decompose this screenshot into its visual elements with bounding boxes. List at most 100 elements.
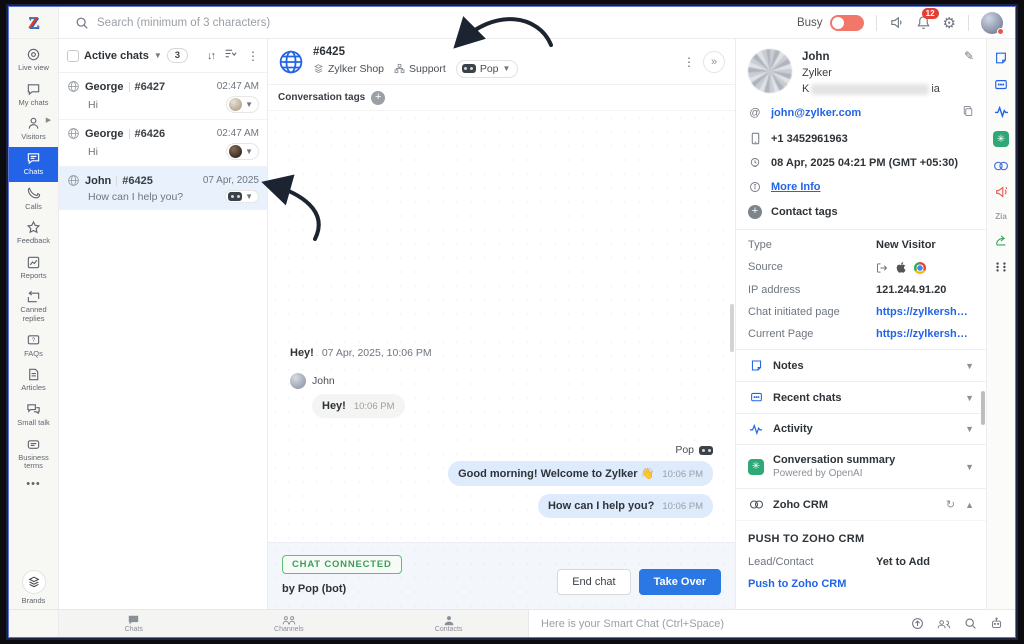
- section-recent-chats[interactable]: Recent chats ▼: [736, 381, 986, 413]
- campaigns-icon[interactable]: [994, 185, 1009, 199]
- busy-toggle[interactable]: [830, 15, 864, 31]
- chat-list-item[interactable]: George #6426 02:47 AM Hi ▼: [59, 120, 267, 167]
- agent-avatar: [229, 145, 242, 158]
- faqs-icon: ?: [26, 333, 41, 348]
- chat-list-item-selected[interactable]: John #6425 07 Apr, 2025 How can I help y…: [59, 167, 267, 210]
- search-input[interactable]: [97, 17, 397, 29]
- business-terms-icon: [26, 437, 41, 452]
- sidebar-item-calls[interactable]: Calls: [9, 182, 58, 217]
- my-chats-icon: [26, 82, 41, 97]
- current-page-link[interactable]: https://zylkershops.z...: [876, 328, 974, 340]
- crm-header: PUSH TO ZOHO CRM: [748, 525, 974, 554]
- scrollbar-thumb[interactable]: [730, 304, 734, 352]
- section-activity[interactable]: Activity ▼: [736, 413, 986, 444]
- recent-chats-icon[interactable]: [994, 78, 1008, 92]
- sound-icon[interactable]: [889, 15, 904, 30]
- sidebar-item-faqs[interactable]: ? FAQs: [9, 329, 58, 364]
- info-icon: [748, 181, 762, 193]
- sidebar-item-feedback[interactable]: Feedback: [9, 216, 58, 251]
- contacts-tab-icon: [443, 615, 455, 626]
- section-notes[interactable]: Notes ▼: [736, 349, 986, 381]
- user-avatar[interactable]: [981, 12, 1003, 34]
- app-window: Z Busy 12 ⚙: [8, 6, 1016, 638]
- bot-icon: [228, 192, 242, 201]
- activity-icon[interactable]: [994, 105, 1009, 118]
- chrome-browser-icon: [914, 262, 926, 274]
- section-zoho-crm[interactable]: Zoho CRM ↻ ▲: [736, 488, 986, 520]
- chat-list-item[interactable]: George #6427 02:47 AM Hi ▼: [59, 73, 267, 120]
- tab-contacts[interactable]: Contacts: [435, 615, 463, 633]
- tab-chats[interactable]: Chats: [125, 615, 143, 633]
- detail-row-type: Type New Visitor: [736, 234, 986, 256]
- brand-icon: [313, 63, 324, 74]
- zoho-crm-icon[interactable]: [993, 160, 1009, 172]
- add-contact-tag-button[interactable]: +: [748, 205, 762, 219]
- scrollbar-thumb[interactable]: [981, 391, 985, 425]
- sidebar-item-live-view[interactable]: Live view: [9, 43, 58, 78]
- operator-sender-line: Pop: [290, 444, 713, 456]
- initiated-page-link[interactable]: https://zylkershops.z...: [876, 306, 974, 318]
- sidebar-more-button[interactable]: •••: [26, 476, 41, 494]
- sidebar-item-my-chats[interactable]: My chats: [9, 78, 58, 113]
- assignee-dropdown[interactable]: ▼: [225, 190, 259, 203]
- more-info-link[interactable]: More Info: [771, 181, 821, 193]
- audience-icon[interactable]: [937, 618, 951, 630]
- gear-icon[interactable]: ⚙: [943, 14, 956, 32]
- calls-icon: [26, 186, 41, 201]
- take-over-button[interactable]: Take Over: [639, 569, 721, 595]
- chat-count-badge: 3: [167, 48, 188, 63]
- global-search: [59, 16, 797, 30]
- brand-label: Zylker Shop: [313, 63, 384, 75]
- assignee-dropdown[interactable]: ▼: [226, 143, 259, 160]
- sidebar-footer-pad: [9, 610, 59, 637]
- notes-icon[interactable]: [994, 51, 1008, 65]
- kebab-menu-icon[interactable]: ⋮: [683, 55, 695, 69]
- add-tag-button[interactable]: +: [371, 91, 385, 105]
- left-sidebar: Live view My chats ▶ Visitors Chats Call…: [9, 39, 59, 609]
- section-conversation-summary[interactable]: ✳ Conversation summary Powered by OpenAI…: [736, 444, 986, 488]
- conversation-id: #6425: [313, 46, 518, 58]
- visitors-icon: [26, 116, 41, 131]
- chevron-down-icon: ▼: [245, 147, 253, 156]
- end-chat-button[interactable]: End chat: [557, 569, 630, 595]
- copy-icon[interactable]: [962, 105, 974, 120]
- sidebar-item-chats[interactable]: Chats: [9, 147, 58, 182]
- sidebar-item-brands[interactable]: Brands: [22, 570, 46, 605]
- sidebar-item-canned-replies[interactable]: Canned replies: [9, 285, 58, 328]
- chat-filter-dropdown[interactable]: Active chats: [84, 50, 149, 62]
- live-view-icon: [26, 47, 41, 62]
- sidebar-item-articles[interactable]: Articles: [9, 363, 58, 398]
- sidebar-item-business-terms[interactable]: Business terms: [9, 433, 58, 476]
- sidebar-item-small-talk[interactable]: Small talk: [9, 398, 58, 433]
- notifications[interactable]: 12: [916, 15, 931, 30]
- sidebar-item-reports[interactable]: Reports: [9, 251, 58, 286]
- select-all-checkbox[interactable]: [67, 50, 79, 62]
- bot-icon: [699, 446, 713, 455]
- push-to-crm-link[interactable]: Push to Zoho CRM: [748, 578, 846, 590]
- edit-icon[interactable]: ✎: [964, 49, 974, 95]
- kebab-menu-icon[interactable]: ⋮: [247, 49, 259, 63]
- filter-icon[interactable]: [224, 47, 237, 65]
- email-link[interactable]: john@zylker.com: [771, 107, 861, 119]
- activity-icon: [748, 423, 764, 435]
- tab-channels[interactable]: Channels: [274, 615, 304, 633]
- bot-icon[interactable]: [990, 617, 1003, 630]
- smart-chat-input[interactable]: [541, 618, 899, 630]
- operator-dropdown[interactable]: Pop ▼: [456, 60, 519, 78]
- department-label: Support: [394, 63, 446, 75]
- web-channel-icon: [67, 127, 80, 140]
- sidebar-item-visitors[interactable]: ▶ Visitors: [9, 112, 58, 147]
- shortcuts-icon[interactable]: [911, 617, 924, 630]
- sort-icon[interactable]: ↓↑: [207, 50, 214, 62]
- zoho-logo[interactable]: Z: [9, 7, 59, 38]
- top-bar: Z Busy 12 ⚙: [9, 7, 1015, 39]
- zia-icon[interactable]: Zia: [995, 212, 1007, 221]
- apps-grid-icon[interactable]: [995, 261, 1007, 273]
- collapse-panel-button[interactable]: »: [703, 51, 725, 73]
- assignee-dropdown[interactable]: ▼: [226, 96, 259, 113]
- refresh-icon[interactable]: ↻: [946, 498, 955, 511]
- feedback-share-icon[interactable]: [994, 234, 1008, 248]
- openai-icon[interactable]: ✳: [993, 131, 1009, 147]
- brands-icon: [22, 570, 46, 594]
- search-icon[interactable]: [964, 617, 977, 630]
